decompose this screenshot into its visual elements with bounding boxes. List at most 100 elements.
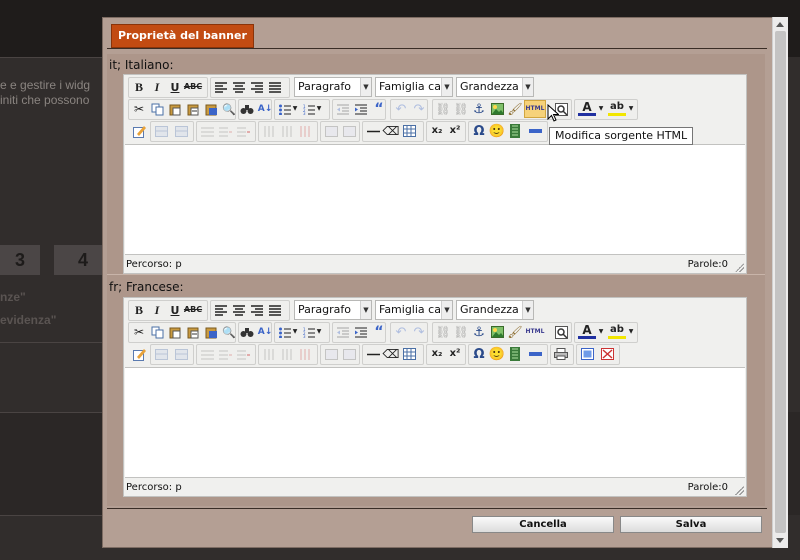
col-props-icon[interactable] (260, 345, 278, 363)
replace-icon[interactable]: A↓ (256, 323, 274, 341)
blockquote-icon[interactable]: “ (370, 323, 388, 341)
chevron-down-icon[interactable]: ▼ (626, 100, 636, 118)
delete-row-icon[interactable] (234, 345, 252, 363)
emoticon-icon[interactable]: 🙂 (488, 122, 506, 140)
chevron-down-icon[interactable]: ▼ (626, 323, 636, 341)
blockquote-icon[interactable]: “ (370, 100, 388, 118)
undo-icon[interactable]: ↶ (392, 100, 410, 118)
paste-text-icon[interactable] (184, 100, 202, 118)
justify-icon[interactable] (266, 78, 284, 96)
table-icon[interactable] (400, 122, 418, 140)
scroll-down-icon[interactable] (776, 538, 784, 543)
redo-icon[interactable]: ↷ (410, 323, 428, 341)
editor-content-area-french[interactable] (125, 367, 745, 478)
anchor-icon[interactable]: ⚓ (470, 100, 488, 118)
unlink-icon[interactable]: ⛓ (452, 323, 470, 341)
paste-word-icon[interactable] (202, 323, 220, 341)
resize-grip-icon[interactable] (735, 263, 744, 272)
replace-icon[interactable]: A↓ (256, 100, 274, 118)
layer-backward-icon[interactable] (172, 345, 190, 363)
save-button[interactable]: Salva (620, 516, 762, 533)
cut-icon[interactable]: ✂ (130, 100, 148, 118)
cleanup-icon[interactable]: 🖌 (506, 323, 524, 341)
find-icon[interactable]: 🔍 (220, 100, 238, 118)
remove-format-icon[interactable]: ⌫ (382, 122, 400, 140)
text-color-icon[interactable]: A (578, 100, 596, 116)
align-center-icon[interactable] (230, 301, 248, 319)
paste-icon[interactable] (166, 100, 184, 118)
fullscreen-icon[interactable] (578, 345, 596, 363)
link-icon[interactable]: ⛓ (434, 100, 452, 118)
subscript-icon[interactable]: x₂ (428, 345, 446, 363)
image-icon[interactable] (488, 100, 506, 118)
cut-icon[interactable]: ✂ (130, 323, 148, 341)
format-select[interactable]: Paragrafo ▼ (294, 300, 372, 320)
align-center-icon[interactable] (230, 78, 248, 96)
align-left-icon[interactable] (212, 301, 230, 319)
italic-icon[interactable]: I (148, 78, 166, 96)
insert-layer-icon[interactable] (130, 345, 148, 363)
align-right-icon[interactable] (248, 78, 266, 96)
align-right-icon[interactable] (248, 301, 266, 319)
chevron-down-icon[interactable]: ▼ (290, 323, 300, 341)
chevron-down-icon[interactable]: ▼ (596, 100, 606, 118)
vertical-scrollbar[interactable] (772, 17, 788, 548)
paste-icon[interactable] (166, 323, 184, 341)
table-row-props-icon[interactable] (198, 122, 216, 140)
preview-icon[interactable] (552, 323, 570, 341)
justify-icon[interactable] (266, 301, 284, 319)
bold-icon[interactable]: B (130, 78, 148, 96)
unlink-icon[interactable]: ⛓ (452, 100, 470, 118)
delete-col-icon[interactable] (296, 122, 314, 140)
advanced-hr-icon[interactable] (526, 345, 544, 363)
redo-icon[interactable]: ↷ (410, 100, 428, 118)
superscript-icon[interactable]: x² (446, 345, 464, 363)
underline-icon[interactable]: U (166, 78, 184, 96)
indent-icon[interactable] (352, 323, 370, 341)
outdent-icon[interactable] (334, 323, 352, 341)
html-source-icon[interactable]: HTML (524, 323, 546, 341)
highlight-color-icon[interactable]: ab (608, 100, 626, 116)
align-left-icon[interactable] (212, 78, 230, 96)
paste-text-icon[interactable] (184, 323, 202, 341)
table-icon[interactable] (400, 345, 418, 363)
chevron-down-icon[interactable]: ▼ (314, 100, 324, 118)
anchor-icon[interactable]: ⚓ (470, 323, 488, 341)
merge-cells-icon[interactable] (340, 345, 358, 363)
insert-col-icon[interactable] (278, 122, 296, 140)
font-family-select[interactable]: Famiglia caratt ▼ (375, 77, 453, 97)
emoticon-icon[interactable]: 🙂 (488, 345, 506, 363)
font-size-select[interactable]: Grandezza cara▼ (456, 300, 534, 320)
highlight-color-icon[interactable]: ab (608, 323, 626, 339)
visual-aid-icon[interactable] (598, 345, 616, 363)
advanced-hr-icon[interactable] (526, 122, 544, 140)
table-row-props-icon[interactable] (198, 345, 216, 363)
tab-banner-properties[interactable]: Proprietà del banner (111, 24, 254, 48)
image-icon[interactable] (488, 323, 506, 341)
outdent-icon[interactable] (334, 100, 352, 118)
find-binoculars-icon[interactable] (238, 323, 256, 341)
layer-forward-icon[interactable] (152, 122, 170, 140)
resize-grip-icon[interactable] (735, 486, 744, 495)
print-icon[interactable] (552, 345, 570, 363)
undo-icon[interactable]: ↶ (392, 323, 410, 341)
copy-icon[interactable] (148, 100, 166, 118)
editor-content-area-italian[interactable] (125, 144, 745, 255)
find-binoculars-icon[interactable] (238, 100, 256, 118)
find-icon[interactable]: 🔍 (220, 323, 238, 341)
remove-format-icon[interactable]: ⌫ (382, 345, 400, 363)
link-icon[interactable]: ⛓ (434, 323, 452, 341)
html-source-icon[interactable]: HTML (524, 100, 546, 118)
strikethrough-icon[interactable]: ABC (184, 301, 202, 319)
font-family-select[interactable]: Famiglia caratt ▼ (375, 300, 453, 320)
strikethrough-icon[interactable]: ABC (184, 78, 202, 96)
col-props-icon[interactable] (260, 122, 278, 140)
chevron-down-icon[interactable]: ▼ (314, 323, 324, 341)
superscript-icon[interactable]: x² (446, 122, 464, 140)
insert-row-icon[interactable] (216, 122, 234, 140)
italic-icon[interactable]: I (148, 301, 166, 319)
special-char-icon[interactable]: Ω (470, 122, 488, 140)
merge-cells-icon[interactable] (340, 122, 358, 140)
indent-icon[interactable] (352, 100, 370, 118)
scroll-up-icon[interactable] (776, 22, 784, 27)
